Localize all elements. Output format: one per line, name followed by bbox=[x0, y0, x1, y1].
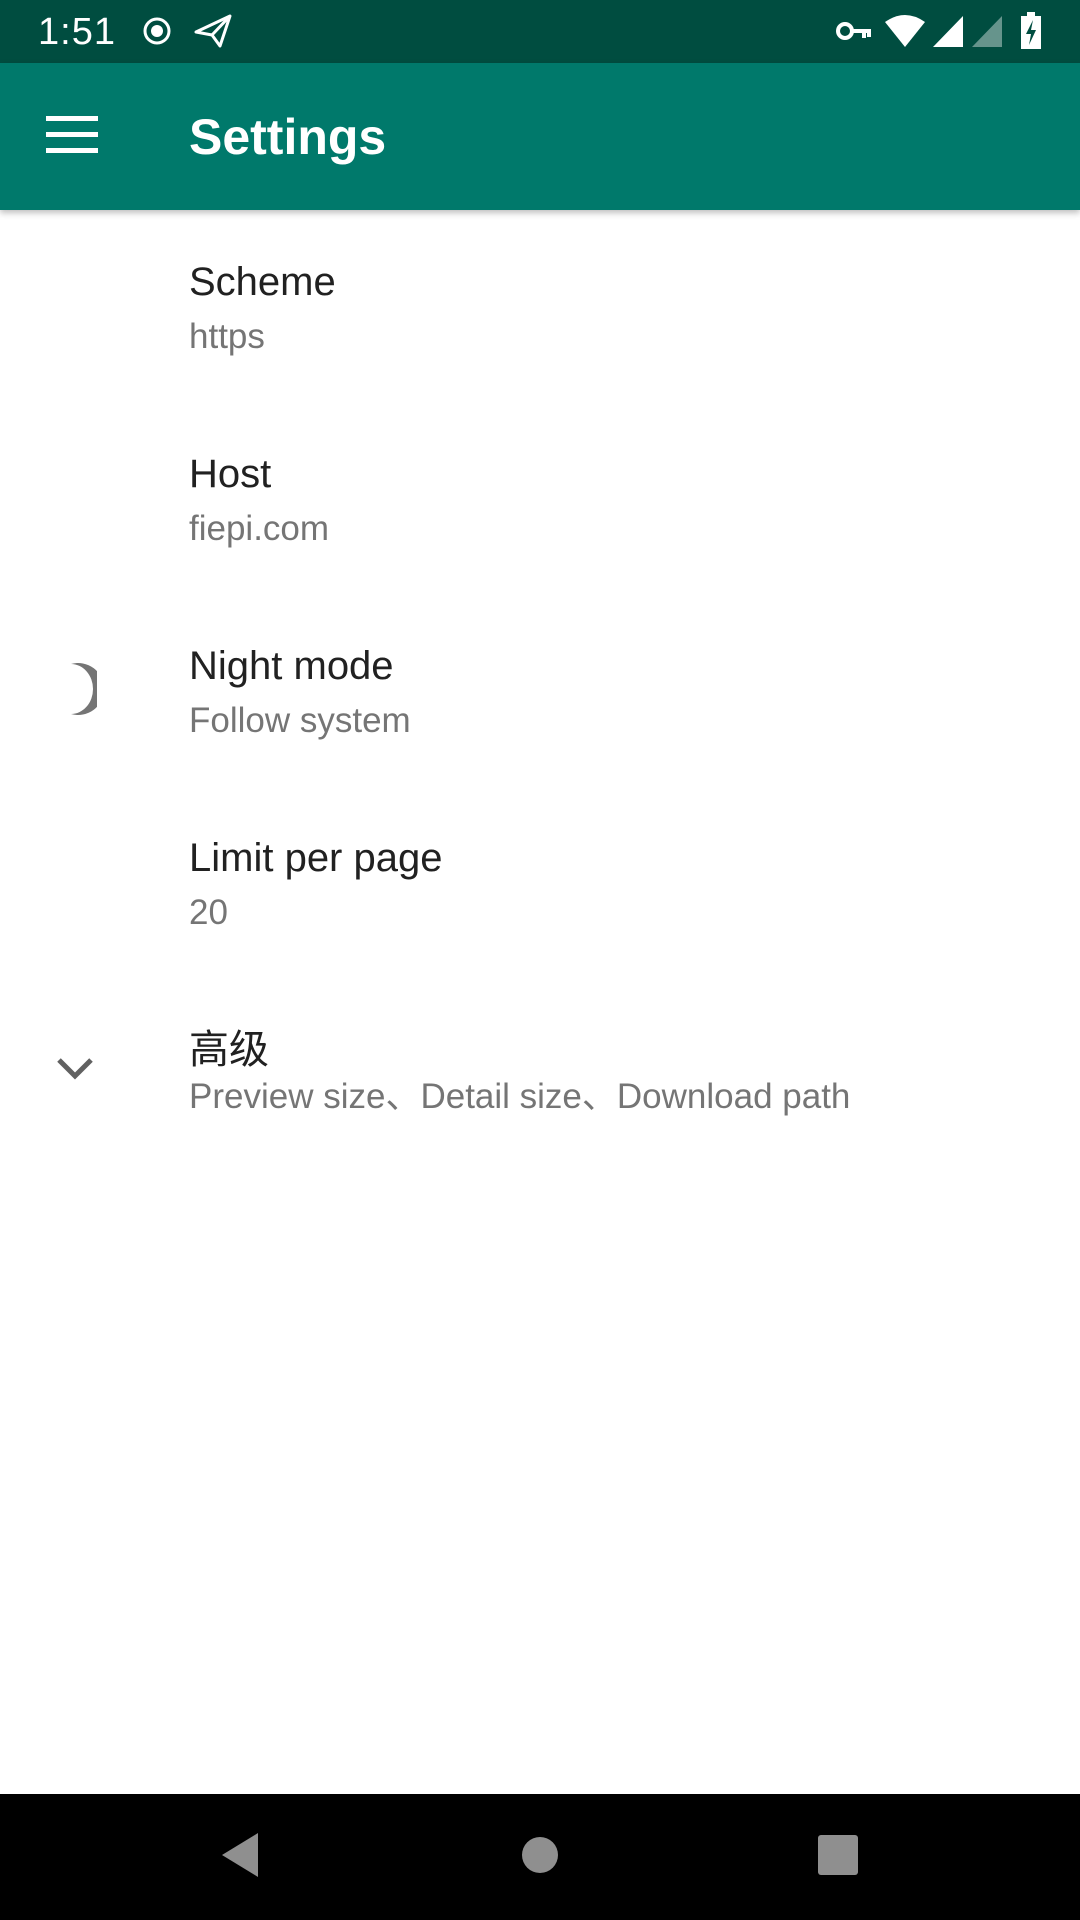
pref-title: Limit per page bbox=[189, 836, 443, 880]
pref-scheme[interactable]: Scheme https bbox=[0, 214, 1080, 406]
status-bar: 1:51 bbox=[0, 0, 1080, 63]
menu-button[interactable] bbox=[24, 101, 120, 173]
pref-summary: 20 bbox=[189, 893, 228, 932]
page-title: Settings bbox=[189, 109, 387, 165]
pref-title: Scheme bbox=[189, 260, 336, 304]
pref-title: Host bbox=[189, 452, 272, 496]
navigation-bar bbox=[0, 1794, 1080, 1920]
pref-title: Night mode bbox=[189, 644, 394, 688]
pref-summary: fiepi.com bbox=[189, 509, 330, 548]
back-icon bbox=[218, 1831, 262, 1884]
home-icon bbox=[520, 1835, 560, 1880]
pref-night-mode[interactable]: Night mode Follow system bbox=[0, 598, 1080, 790]
signal-weak-icon bbox=[970, 14, 1004, 53]
pref-host[interactable]: Host fiepi.com bbox=[0, 406, 1080, 598]
moon-icon bbox=[40, 654, 110, 724]
pref-summary: Follow system bbox=[189, 701, 411, 740]
wifi-icon bbox=[884, 14, 926, 53]
signal-icon bbox=[931, 14, 965, 53]
send-icon bbox=[194, 14, 232, 53]
home-button[interactable] bbox=[510, 1827, 570, 1887]
battery-charging-icon bbox=[1020, 12, 1042, 55]
app-bar: Settings bbox=[0, 63, 1080, 210]
chevron-down-icon bbox=[40, 1034, 110, 1104]
recents-button[interactable] bbox=[808, 1827, 868, 1887]
pref-summary: https bbox=[189, 317, 265, 356]
pref-advanced[interactable]: 高级 Preview size、Detail size、Download pat… bbox=[0, 982, 1080, 1174]
status-time: 1:51 bbox=[38, 11, 116, 53]
record-icon bbox=[142, 16, 172, 51]
settings-screen: 1:51 Settings Scheme https Host fiepi.co… bbox=[0, 0, 1080, 1920]
pref-limit-per-page[interactable]: Limit per page 20 bbox=[0, 790, 1080, 982]
recents-icon bbox=[817, 1834, 859, 1881]
pref-title: 高级 bbox=[189, 1028, 269, 1072]
hamburger-menu-icon bbox=[46, 115, 98, 159]
back-button[interactable] bbox=[210, 1827, 270, 1887]
vpn-key-icon bbox=[836, 18, 872, 49]
pref-summary: Preview size、Detail size、Download path bbox=[189, 1077, 851, 1116]
